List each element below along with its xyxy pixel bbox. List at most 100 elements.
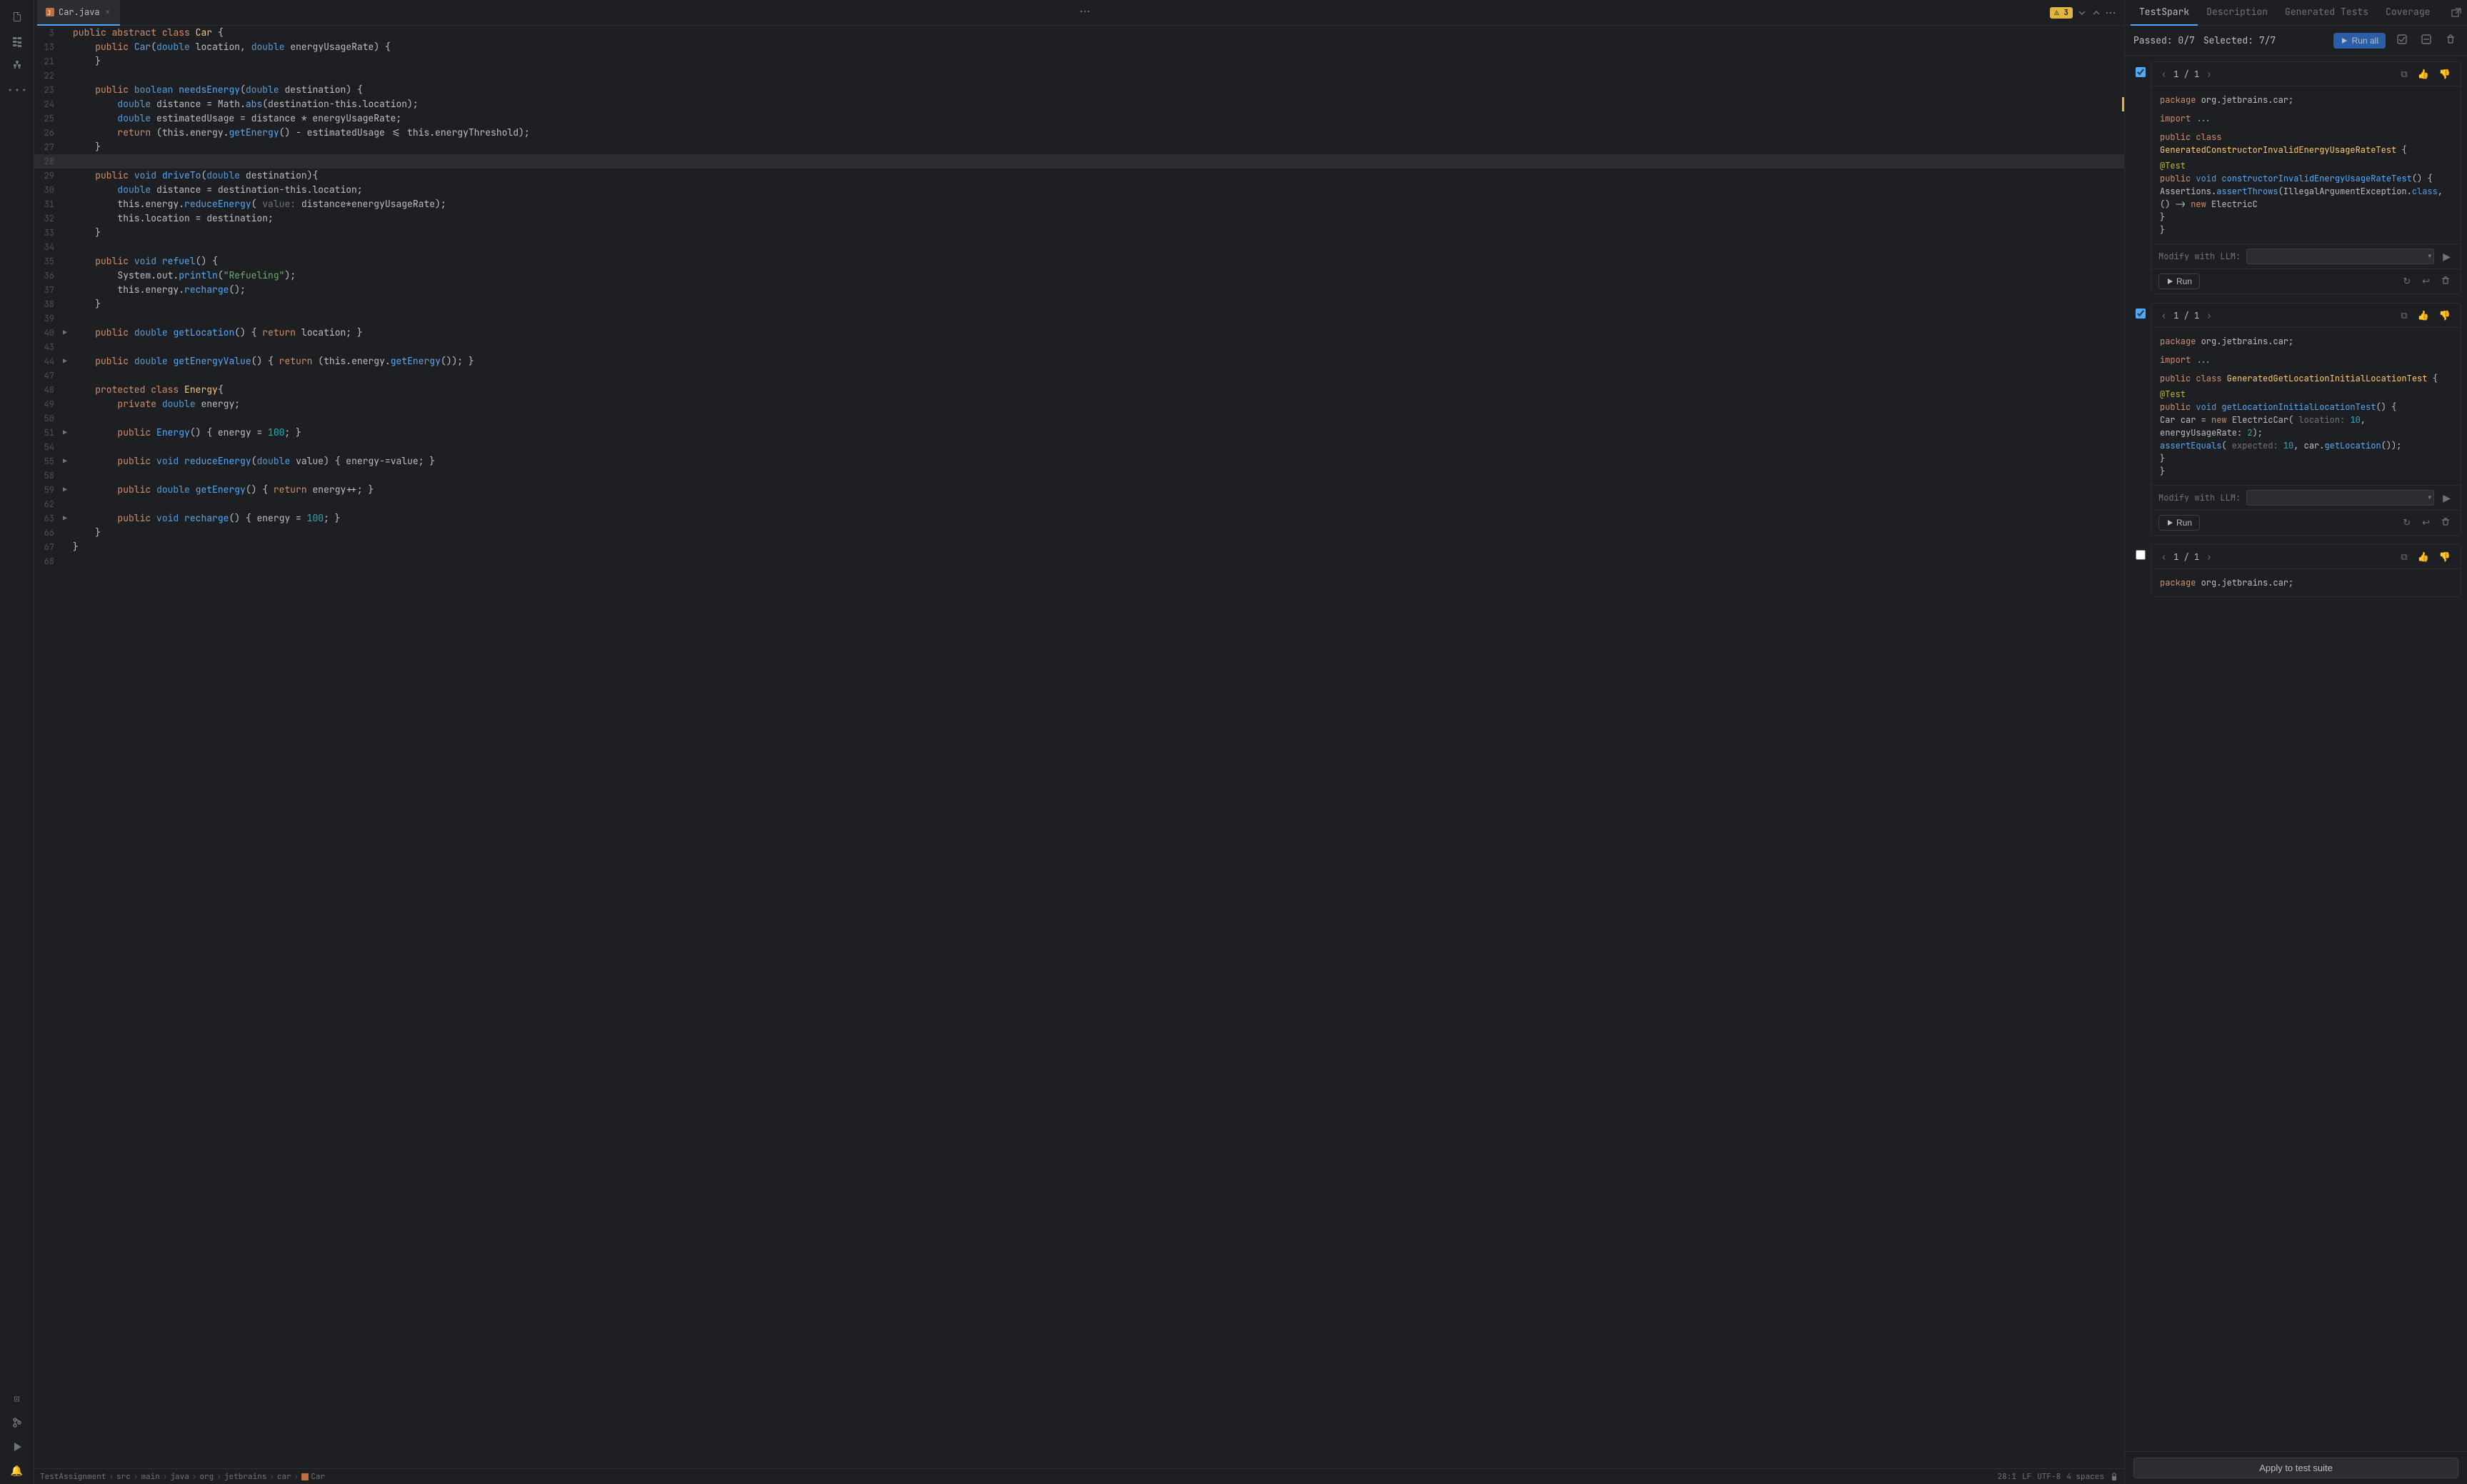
- code-line-38: 38 }: [34, 297, 2124, 311]
- sidebar-icon-file[interactable]: [6, 6, 29, 29]
- nav-prev-2[interactable]: ‹: [2158, 309, 2169, 323]
- test-card-1: ‹ 1 / 1 › ⧉ 👍 👎 package org.jetbrains.ca…: [2151, 61, 2461, 294]
- overflow-icon[interactable]: [2106, 8, 2116, 18]
- test-cards-container: ‹ 1 / 1 › ⧉ 👍 👎 package org.jetbrains.ca…: [2125, 56, 2467, 1451]
- code-editor[interactable]: 3 public abstract class Car { 13 public …: [34, 26, 2124, 1468]
- code-line-24: 24 double distance = Math.abs(destinatio…: [34, 97, 2124, 111]
- test-card-nav-1: ‹ 1 / 1 › ⧉ 👍 👎: [2151, 62, 2461, 86]
- run-section-1: Run ↻ ↩: [2151, 269, 2461, 294]
- expand-icon[interactable]: [2091, 8, 2101, 18]
- tab-coverage[interactable]: Coverage: [2377, 0, 2438, 26]
- sidebar-icon-notification[interactable]: 🔔: [6, 1460, 29, 1483]
- run-button-2[interactable]: Run: [2158, 515, 2200, 531]
- breadcrumb-car-file[interactable]: Car: [311, 1472, 325, 1482]
- tab-actions: [2451, 8, 2461, 18]
- code-line-62: 62: [34, 497, 2124, 511]
- breadcrumb-main[interactable]: main: [141, 1472, 159, 1482]
- nav-dislike-1[interactable]: 👎: [2436, 66, 2453, 81]
- modify-send-1[interactable]: ▶: [2440, 249, 2453, 264]
- run-button-1[interactable]: Run: [2158, 274, 2200, 289]
- external-link-icon[interactable]: [2451, 8, 2461, 18]
- warning-badge: ⚠ 3: [2050, 7, 2073, 19]
- breadcrumb-project[interactable]: TestAssignment: [40, 1472, 106, 1482]
- nav-page-1: 1 / 1: [2173, 69, 2199, 80]
- editor-tab-bar: J Car.java ✕ ⚠ 3: [34, 0, 2124, 26]
- run-delete-1[interactable]: [2438, 274, 2453, 289]
- status-line-ending[interactable]: LF: [2022, 1472, 2031, 1482]
- modify-label-2: Modify with LLM:: [2158, 492, 2241, 503]
- modify-dropdown-1[interactable]: ▾: [2426, 251, 2433, 262]
- nav-like-3[interactable]: 👍: [2415, 549, 2432, 564]
- status-encoding[interactable]: UTF-8: [2037, 1472, 2061, 1482]
- modify-send-2[interactable]: ▶: [2440, 491, 2453, 506]
- breadcrumb-jetbrains[interactable]: jetbrains: [224, 1472, 266, 1482]
- code-line-25: 25 double estimatedUsage = distance * en…: [34, 111, 2124, 126]
- apply-to-test-suite-button[interactable]: Apply to test suite: [2133, 1458, 2458, 1478]
- nav-copy-3[interactable]: ⧉: [2398, 549, 2410, 564]
- tab-close-button[interactable]: ✕: [104, 6, 111, 17]
- nav-dislike-2[interactable]: 👎: [2436, 308, 2453, 323]
- delete-all-button[interactable]: [2443, 31, 2458, 49]
- test-code-1: package org.jetbrains.car; import ... pu…: [2151, 86, 2461, 244]
- status-lock-icon[interactable]: [2110, 1473, 2118, 1481]
- nav-dislike-3[interactable]: 👎: [2436, 549, 2453, 564]
- code-line-66: 66 }: [34, 526, 2124, 540]
- sidebar-icon-structure[interactable]: [6, 30, 29, 53]
- test-checkbox-2[interactable]: [2136, 309, 2146, 319]
- nav-like-2[interactable]: 👍: [2415, 308, 2432, 323]
- status-position[interactable]: 28:1: [1998, 1472, 2016, 1482]
- code-line-67: 67 }: [34, 540, 2124, 554]
- code-line-29: 29 public void driveTo(double destinatio…: [34, 169, 2124, 183]
- modify-input-2[interactable]: [2246, 490, 2434, 506]
- nav-next-2[interactable]: ›: [2203, 309, 2214, 323]
- run-refresh-1[interactable]: ↻: [2399, 274, 2414, 289]
- sidebar-icon-more[interactable]: ···: [6, 79, 29, 101]
- left-sidebar: ··· ⊡ 🔔: [0, 0, 34, 1484]
- breadcrumb-org[interactable]: org: [199, 1472, 214, 1482]
- run-undo-1[interactable]: ↩: [2418, 274, 2433, 289]
- code-line-49: 49 private double energy;: [34, 397, 2124, 411]
- nav-next-1[interactable]: ›: [2203, 67, 2214, 81]
- run-all-button[interactable]: Run all: [2333, 33, 2386, 49]
- run-refresh-2[interactable]: ↻: [2399, 515, 2414, 531]
- nav-like-1[interactable]: 👍: [2415, 66, 2432, 81]
- run-undo-2[interactable]: ↩: [2418, 515, 2433, 531]
- check-all-button[interactable]: [2394, 31, 2410, 49]
- code-line-43: 43: [34, 340, 2124, 354]
- test-checkbox-3[interactable]: [2136, 550, 2146, 560]
- nav-copy-1[interactable]: ⧉: [2398, 66, 2410, 81]
- tab-description[interactable]: Description: [2198, 0, 2276, 26]
- code-line-22: 22: [34, 69, 2124, 83]
- nav-next-3[interactable]: ›: [2203, 550, 2214, 564]
- test-card-wrapper-1: ‹ 1 / 1 › ⧉ 👍 👎 package org.jetbrains.ca…: [2131, 61, 2461, 294]
- modify-section-1: Modify with LLM: ▾ ▶: [2151, 244, 2461, 269]
- nav-copy-2[interactable]: ⧉: [2398, 308, 2410, 323]
- nav-prev-3[interactable]: ‹: [2158, 550, 2169, 564]
- tab-generated-tests[interactable]: Generated Tests: [2276, 0, 2377, 26]
- code-line-55: 55 ▶ public void reduceEnergy(double val…: [34, 454, 2124, 468]
- collapse-icon[interactable]: [2077, 8, 2087, 18]
- tab-more-button[interactable]: [1074, 4, 1096, 22]
- breadcrumb: TestAssignment › src › main › java › org…: [40, 1472, 1992, 1482]
- sidebar-icon-hierarchy[interactable]: [6, 54, 29, 77]
- code-line-54: 54: [34, 440, 2124, 454]
- test-checkbox-1[interactable]: [2136, 67, 2146, 77]
- sidebar-icon-run[interactable]: [6, 1435, 29, 1458]
- sidebar-icon-terminal[interactable]: ⊡: [6, 1387, 29, 1410]
- run-delete-2[interactable]: [2438, 516, 2453, 531]
- breadcrumb-src[interactable]: src: [116, 1472, 131, 1482]
- sidebar-icon-git[interactable]: [6, 1411, 29, 1434]
- status-indent[interactable]: 4 spaces: [2066, 1472, 2104, 1482]
- breadcrumb-java[interactable]: java: [170, 1472, 189, 1482]
- uncheck-all-button[interactable]: [2418, 31, 2434, 49]
- code-line-39: 39: [34, 311, 2124, 326]
- code-line-50: 50: [34, 411, 2124, 426]
- modify-input-1[interactable]: [2246, 249, 2434, 264]
- breadcrumb-car-pkg[interactable]: car: [277, 1472, 291, 1482]
- tab-car-java[interactable]: J Car.java ✕: [37, 0, 120, 26]
- modify-dropdown-2[interactable]: ▾: [2426, 493, 2433, 503]
- right-tab-bar: TestSpark Description Generated Tests Co…: [2125, 0, 2467, 26]
- run-all-play-icon: [2341, 37, 2348, 44]
- tab-testspark[interactable]: TestSpark: [2131, 0, 2198, 26]
- nav-prev-1[interactable]: ‹: [2158, 67, 2169, 81]
